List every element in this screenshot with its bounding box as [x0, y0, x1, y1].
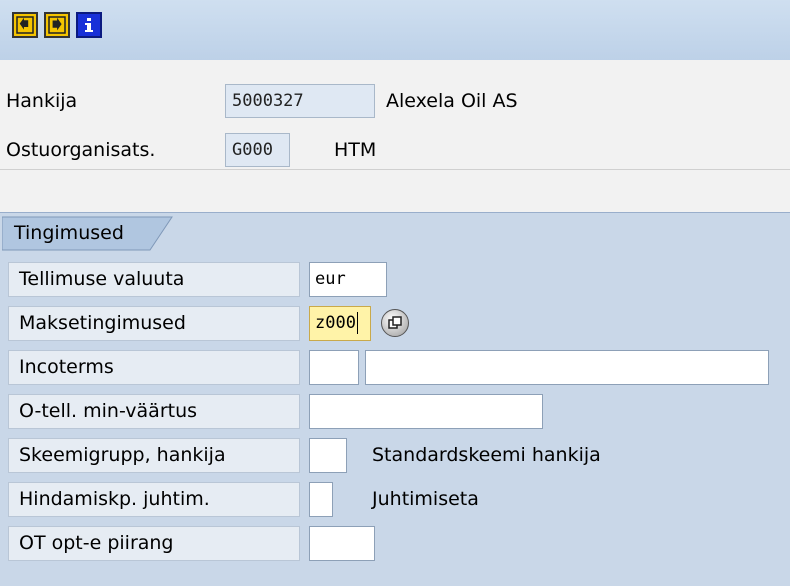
- text-caret: [356, 312, 358, 334]
- min-order-input[interactable]: [309, 394, 543, 429]
- pricing-control-label: Hindamiskp. juhtim.: [19, 488, 210, 510]
- incoterms-label: Incoterms: [19, 356, 114, 378]
- application-toolbar: [0, 0, 790, 61]
- arrow-left-icon: [16, 16, 34, 34]
- schema-group-label: Skeemigrupp, hankija: [19, 444, 226, 466]
- payment-terms-value: z000: [315, 313, 356, 333]
- header-area: Hankija 5000327 Alexela Oil AS Ostuorgan…: [0, 60, 790, 212]
- info-icon: [85, 18, 93, 32]
- payment-terms-input[interactable]: z000: [309, 306, 371, 341]
- min-order-label-box: O-tell. min-väärtus: [8, 394, 300, 429]
- tab-conditions-label: Tingimused: [14, 222, 124, 244]
- header-divider: [0, 169, 790, 170]
- value-help-icon: [388, 316, 402, 329]
- min-order-label: O-tell. min-väärtus: [19, 400, 198, 422]
- arrow-right-icon: [48, 16, 66, 34]
- currency-label-box: Tellimuse valuuta: [8, 262, 300, 297]
- back-button[interactable]: [12, 12, 38, 38]
- conditions-panel: Tingimused Tellimuse valuuta eur Makseti…: [0, 212, 790, 586]
- vendor-label: Hankija: [6, 90, 78, 112]
- pricing-control-input[interactable]: [309, 482, 333, 517]
- incoterms-label-box: Incoterms: [8, 350, 300, 385]
- purch-org-field[interactable]: G000: [225, 133, 290, 167]
- payment-terms-label: Maksetingimused: [19, 312, 186, 334]
- pricing-control-label-box: Hindamiskp. juhtim.: [8, 482, 300, 517]
- schema-group-label-box: Skeemigrupp, hankija: [8, 438, 300, 473]
- schema-group-desc: Standardskeemi hankija: [372, 444, 601, 466]
- ot-limit-label: OT opt-e piirang: [19, 532, 174, 554]
- pricing-control-desc: Juhtimiseta: [372, 488, 479, 510]
- incoterms-input-1[interactable]: [309, 350, 359, 385]
- ot-limit-label-box: OT opt-e piirang: [8, 526, 300, 561]
- forward-button[interactable]: [44, 12, 70, 38]
- info-button[interactable]: [76, 12, 102, 38]
- tab-conditions[interactable]: Tingimused: [2, 215, 173, 251]
- value-help-button[interactable]: [381, 309, 409, 337]
- ot-limit-input[interactable]: [309, 526, 375, 561]
- purch-org-name: HTM: [334, 139, 377, 161]
- vendor-name: Alexela Oil AS: [386, 90, 518, 112]
- schema-group-input[interactable]: [309, 438, 347, 473]
- incoterms-input-2[interactable]: [365, 350, 769, 385]
- currency-input[interactable]: eur: [309, 262, 387, 297]
- purch-org-label: Ostuorganisats.: [6, 139, 156, 161]
- payment-terms-label-box: Maksetingimused: [8, 306, 300, 341]
- currency-label: Tellimuse valuuta: [19, 268, 185, 290]
- vendor-field[interactable]: 5000327: [225, 84, 375, 118]
